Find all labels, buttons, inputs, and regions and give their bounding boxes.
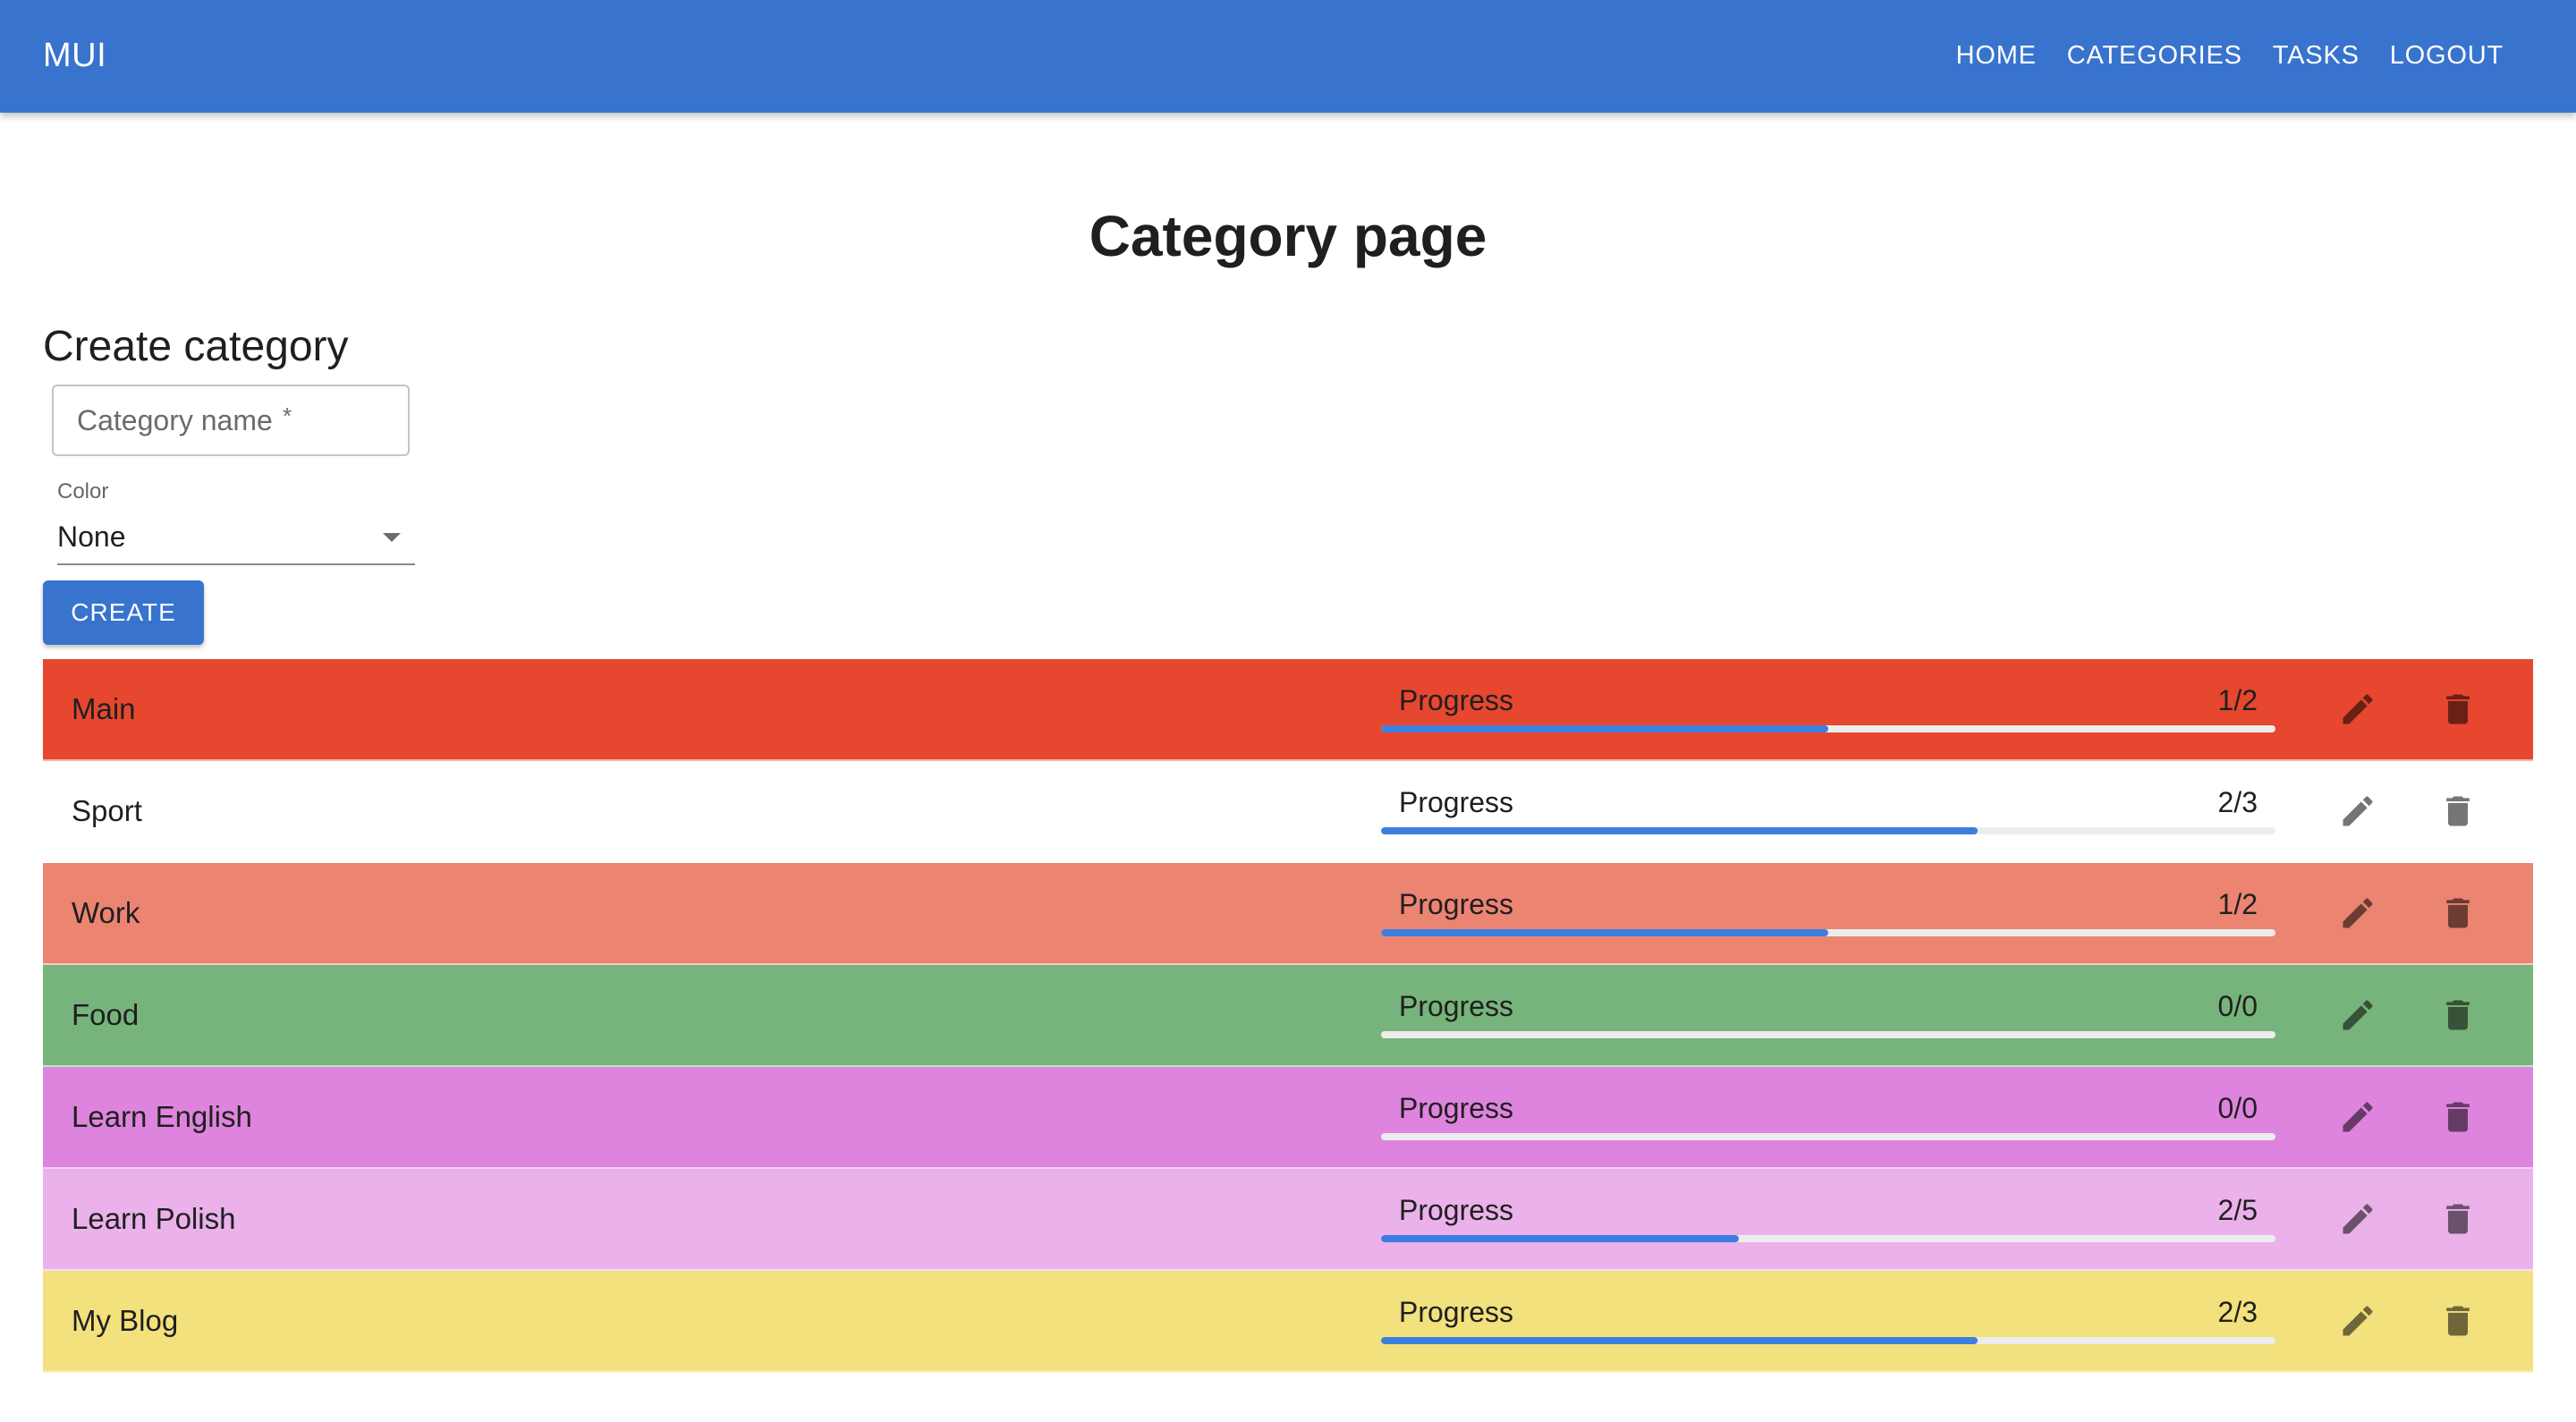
progress-block: Progress 2/5	[1381, 1192, 2275, 1246]
delete-trash-icon	[2446, 898, 2470, 928]
category-row: Sport Progress 2/3	[43, 761, 2533, 863]
category-row: Learn Polish Progress 2/5	[43, 1169, 2533, 1271]
progress-block: Progress 0/0	[1381, 1090, 2275, 1144]
category-row: Learn English Progress 0/0	[43, 1067, 2533, 1169]
progress-bar-fill	[1381, 929, 1828, 936]
delete-category-button[interactable]	[2433, 888, 2483, 938]
progress-block: Progress 1/2	[1381, 682, 2275, 736]
delete-category-button[interactable]	[2433, 684, 2483, 734]
progress-bar-fill	[1381, 725, 1828, 732]
nav-categories[interactable]: CATEGORIES	[2052, 32, 2258, 79]
progress-block: Progress 0/0	[1381, 988, 2275, 1042]
delete-trash-icon	[2446, 796, 2470, 826]
edit-pencil-icon	[2343, 1102, 2373, 1132]
edit-category-button[interactable]	[2333, 786, 2383, 836]
delete-category-button[interactable]	[2433, 1194, 2483, 1244]
progress-count: 2/3	[2217, 786, 2258, 818]
create-button[interactable]: CREATE	[43, 580, 204, 645]
progress-label: Progress	[1399, 786, 1514, 818]
edit-pencil-icon	[2343, 1204, 2373, 1234]
progress-bar	[1381, 1031, 2275, 1038]
delete-trash-icon	[2446, 1102, 2470, 1132]
category-name: Sport	[72, 794, 142, 827]
progress-bar	[1381, 725, 2275, 732]
required-mark: *	[283, 402, 292, 429]
edit-pencil-icon	[2343, 1306, 2373, 1336]
category-row: Work Progress 1/2	[43, 863, 2533, 965]
category-name: My Blog	[72, 1304, 179, 1337]
main-nav: HOME CATEGORIES TASKS LOGOUT	[1941, 32, 2519, 79]
edit-category-button[interactable]	[2333, 990, 2383, 1040]
category-row: Food Progress 0/0	[43, 965, 2533, 1067]
progress-label: Progress	[1399, 990, 1514, 1022]
create-category-heading: Create category	[43, 323, 349, 370]
dropdown-arrow-icon	[383, 533, 401, 542]
category-name: Main	[72, 692, 136, 725]
progress-count: 1/2	[2217, 888, 2258, 920]
edit-category-button[interactable]	[2333, 1296, 2383, 1346]
edit-category-button[interactable]	[2333, 1194, 2383, 1244]
color-select[interactable]: None	[57, 513, 415, 565]
progress-label: Progress	[1399, 1092, 1514, 1124]
page-title: Category page	[1089, 204, 1487, 268]
edit-pencil-icon	[2343, 1000, 2373, 1030]
progress-count: 1/2	[2217, 684, 2258, 716]
progress-block: Progress 2/3	[1381, 1294, 2275, 1348]
edit-pencil-icon	[2343, 694, 2373, 724]
progress-bar-fill	[1381, 827, 1978, 834]
delete-trash-icon	[2446, 1306, 2470, 1336]
category-row: My Blog Progress 2/3	[43, 1271, 2533, 1373]
edit-category-button[interactable]	[2333, 1092, 2383, 1142]
progress-bar	[1381, 929, 2275, 936]
edit-category-button[interactable]	[2333, 888, 2383, 938]
progress-count: 0/0	[2217, 1092, 2258, 1124]
delete-category-button[interactable]	[2433, 990, 2483, 1040]
category-name: Food	[72, 998, 140, 1031]
delete-category-button[interactable]	[2433, 786, 2483, 836]
nav-tasks[interactable]: TASKS	[2258, 32, 2375, 79]
app-bar: MUI HOME CATEGORIES TASKS LOGOUT	[0, 0, 2576, 113]
delete-trash-icon	[2446, 1000, 2470, 1030]
progress-block: Progress 2/3	[1381, 784, 2275, 838]
progress-count: 2/3	[2217, 1296, 2258, 1328]
brand-logo[interactable]: MUI	[43, 32, 106, 79]
progress-bar	[1381, 827, 2275, 834]
category-name: Learn English	[72, 1100, 252, 1133]
category-name-input[interactable]	[54, 386, 408, 454]
category-row: Main Progress 1/2	[43, 659, 2533, 761]
category-list: Main Progress 1/2 Sport Progress 2/3 Wor…	[43, 659, 2533, 1373]
progress-count: 2/5	[2217, 1194, 2258, 1226]
edit-pencil-icon	[2343, 898, 2373, 928]
edit-pencil-icon	[2343, 796, 2373, 826]
progress-bar-fill	[1381, 1337, 1978, 1344]
category-name: Work	[72, 896, 140, 929]
progress-label: Progress	[1399, 1194, 1514, 1226]
progress-label: Progress	[1399, 1296, 1514, 1328]
category-name-field: *	[52, 385, 410, 456]
progress-bar	[1381, 1337, 2275, 1344]
delete-trash-icon	[2446, 694, 2470, 724]
delete-trash-icon	[2446, 1204, 2470, 1234]
delete-category-button[interactable]	[2433, 1092, 2483, 1142]
progress-label: Progress	[1399, 888, 1514, 920]
progress-block: Progress 1/2	[1381, 886, 2275, 940]
delete-category-button[interactable]	[2433, 1296, 2483, 1346]
progress-label: Progress	[1399, 684, 1514, 716]
progress-bar	[1381, 1133, 2275, 1140]
progress-bar	[1381, 1235, 2275, 1242]
color-select-value: None	[57, 521, 126, 553]
nav-logout[interactable]: LOGOUT	[2375, 32, 2519, 79]
edit-category-button[interactable]	[2333, 684, 2383, 734]
nav-home[interactable]: HOME	[1941, 32, 2052, 79]
category-name: Learn Polish	[72, 1202, 236, 1235]
color-label: Color	[57, 479, 109, 504]
progress-count: 0/0	[2217, 990, 2258, 1022]
progress-bar-fill	[1381, 1235, 1739, 1242]
